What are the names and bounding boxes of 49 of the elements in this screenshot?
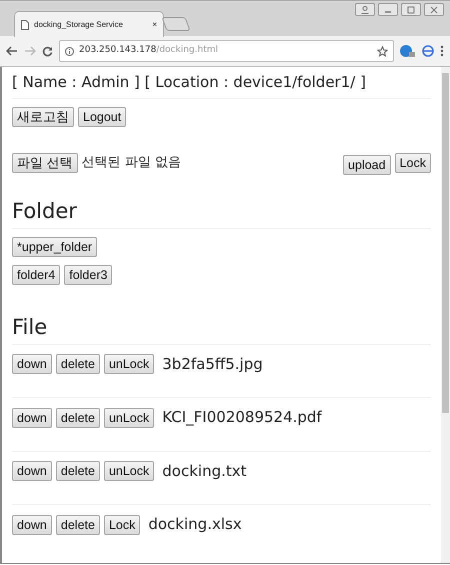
download-button[interactable]: down	[12, 514, 52, 535]
maximize-icon	[407, 6, 415, 14]
choose-file-button[interactable]: 파일 선택	[12, 152, 78, 172]
refresh-button[interactable]: 새로고침	[12, 106, 74, 126]
profile-button[interactable]	[355, 3, 375, 16]
file-name: 3b2fa5ff5.jpg	[162, 354, 263, 375]
upper-folder-button[interactable]: *upper_folder	[12, 236, 98, 257]
minimize-button[interactable]	[378, 3, 398, 16]
info-icon	[65, 46, 74, 56]
address-bar[interactable]: 203.250.143.178/docking.html	[59, 40, 394, 62]
extension-icon[interactable]	[422, 45, 434, 57]
reload-icon[interactable]	[42, 46, 53, 56]
upload-button[interactable]: upload	[343, 154, 391, 174]
new-tab-button[interactable]	[161, 17, 191, 31]
file-name: docking.xlsx	[148, 514, 242, 536]
delete-button[interactable]: delete	[56, 461, 100, 482]
close-button[interactable]	[424, 3, 444, 16]
file-name: KCI_FI002089524.pdf	[162, 407, 322, 428]
page-icon	[21, 20, 29, 30]
lock-button[interactable]: Lock	[394, 152, 431, 172]
lock-toggle-button[interactable]: unLock	[104, 354, 154, 374]
browser-tab[interactable]: docking_Storage Service ×	[14, 11, 164, 37]
download-button[interactable]: down	[12, 461, 52, 482]
menu-icon[interactable]	[440, 45, 444, 57]
section-heading: File	[12, 314, 48, 341]
delete-button[interactable]: delete	[56, 408, 100, 428]
tab-title: docking_Storage Service	[34, 18, 123, 30]
star-icon[interactable]	[377, 46, 388, 56]
location-header: [ Name : Admin ] [ Location : device1/folder1/ ]	[12, 72, 367, 93]
delete-button[interactable]: delete	[56, 514, 100, 535]
logout-button[interactable]: Logout	[78, 106, 126, 126]
scrollbar[interactable]	[441, 67, 450, 563]
maximize-button[interactable]	[401, 3, 421, 16]
folder-button[interactable]: folder4	[12, 264, 60, 285]
lock-toggle-button[interactable]: unLock	[104, 408, 154, 428]
user-icon	[361, 6, 369, 14]
close-icon	[430, 6, 438, 14]
file-name: docking.txt	[162, 460, 247, 482]
delete-button[interactable]: delete	[56, 354, 100, 374]
back-icon[interactable]	[6, 46, 18, 56]
file-status-text: 선택된 파일 없음	[82, 154, 181, 172]
download-button[interactable]: down	[12, 354, 52, 374]
close-tab-button[interactable]: ×	[152, 18, 157, 30]
folder-button[interactable]: folder3	[64, 264, 112, 285]
section-heading: Folder	[12, 198, 78, 224]
download-button[interactable]: down	[12, 408, 52, 428]
extension-icon[interactable]	[400, 44, 416, 58]
lock-toggle-button[interactable]: unLock	[104, 461, 154, 482]
lock-toggle-button[interactable]: Lock	[104, 514, 140, 535]
